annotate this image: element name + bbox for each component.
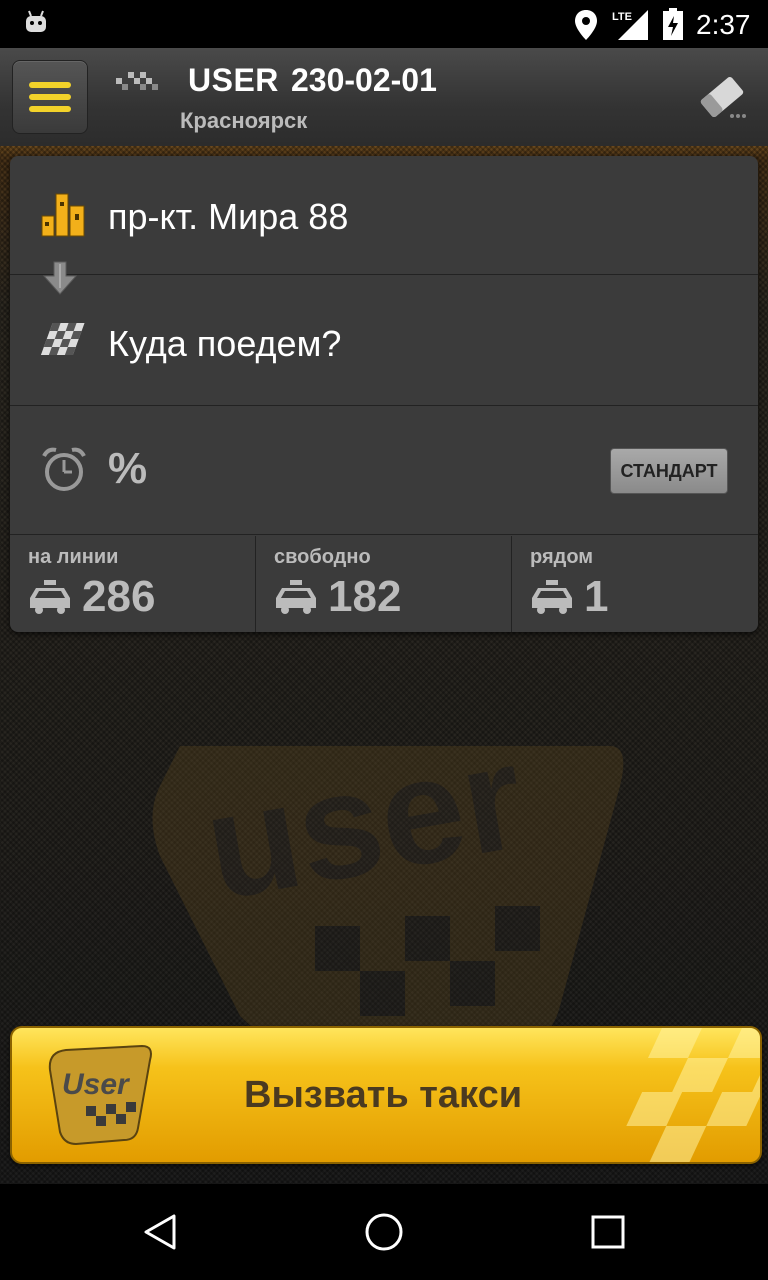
svg-text:LTE: LTE (612, 11, 632, 23)
location-icon (575, 10, 597, 40)
pickup-address: пр-кт. Мира 88 (108, 196, 349, 237)
recents-icon[interactable] (590, 1214, 626, 1250)
pickup-row[interactable]: пр-кт. Мира 88 (10, 156, 758, 275)
buildings-icon (41, 193, 85, 237)
finish-flag-icon (40, 323, 85, 355)
taxi-car-icon (276, 580, 316, 614)
system-nav-bar (0, 1184, 768, 1280)
discount-percent[interactable]: % (108, 444, 147, 494)
checker-flag-decor (626, 1028, 760, 1162)
android-debug-icon (26, 10, 46, 32)
call-taxi-button[interactable]: User Вызвать такси (10, 1026, 762, 1164)
eraser-icon[interactable] (696, 72, 748, 122)
phone-number[interactable]: 230-02-01 (291, 62, 437, 99)
checker-logo-icon (116, 72, 158, 90)
stat-value: 182 (328, 572, 402, 621)
stat-label: рядом (530, 546, 594, 568)
user-logo-icon: User (48, 1044, 152, 1146)
menu-icon-bar (29, 94, 71, 100)
status-time: 2:37 (696, 9, 751, 40)
stat-nearby: рядом 1 (512, 536, 758, 632)
stat-label: на линии (28, 546, 119, 568)
battery-icon (663, 8, 683, 40)
taxi-car-icon (532, 580, 572, 614)
menu-icon-bar (29, 106, 71, 112)
city-name[interactable]: Красноярск (180, 108, 307, 134)
stat-value: 1 (584, 572, 609, 621)
stats-panel: на линии 286 свободно 182 рядом 1 (10, 536, 758, 632)
destination-input: Куда поедем? (108, 323, 342, 364)
destination-row[interactable]: Куда поедем? (10, 275, 758, 406)
stat-free: свободно 182 (256, 536, 512, 632)
options-row: % СТАНДАРТ (10, 406, 758, 535)
alarm-clock-icon[interactable] (42, 446, 86, 492)
taxi-car-icon (30, 580, 70, 614)
home-icon[interactable] (364, 1212, 404, 1252)
brand-name: USER (188, 62, 279, 98)
tariff-button[interactable]: СТАНДАРТ (610, 448, 728, 494)
call-taxi-label: Вызвать такси (244, 1074, 523, 1116)
app-header: USER 230-02-01 Красноярск (0, 48, 768, 147)
menu-icon (29, 82, 71, 88)
stat-label: свободно (274, 546, 371, 568)
signal-lte-icon: LTE (612, 10, 648, 40)
back-icon[interactable] (140, 1212, 180, 1252)
stat-value: 286 (82, 572, 156, 621)
order-card: пр-кт. Мира 88 Куда поедем? % СТАНДАРТ н… (10, 156, 758, 632)
status-bar: LTE 2:37 (0, 0, 768, 48)
menu-button[interactable] (12, 60, 88, 134)
stat-on-line: на линии 286 (10, 536, 256, 632)
svg-text:User: User (62, 1068, 131, 1101)
watermark-logo: user (152, 746, 624, 1046)
